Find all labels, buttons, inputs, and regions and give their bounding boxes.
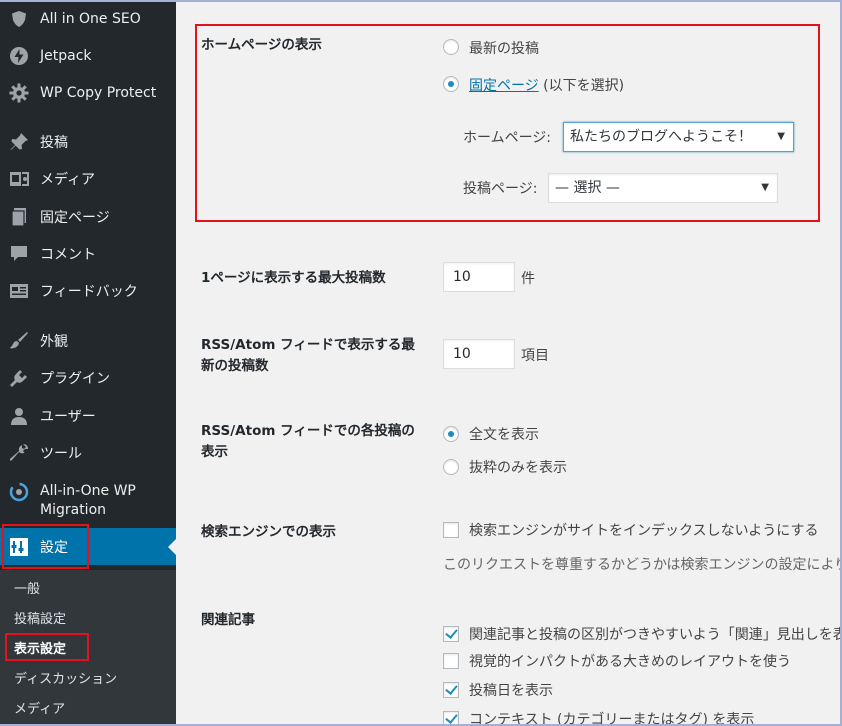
search-engine-description: このリクエストを尊重するかどうかは検索エンジンの設定によります。: [443, 557, 842, 573]
sidebar-item-comments[interactable]: コメント: [0, 239, 176, 269]
submenu-item-discussion[interactable]: ディスカッション: [14, 668, 117, 687]
search-engine-checkbox[interactable]: [443, 522, 459, 538]
related-show-date-text: 投稿日を表示: [469, 683, 553, 699]
current-menu-arrow: [168, 538, 176, 555]
related-headline-checkbox[interactable]: [443, 626, 459, 642]
pages-icon: [9, 207, 29, 227]
sidebar-item-jetpack[interactable]: Jetpack: [0, 41, 176, 71]
submenu-item-general[interactable]: 一般: [14, 578, 40, 597]
related-show-date-checkbox[interactable]: [443, 682, 459, 698]
related-show-context-checkbox[interactable]: [443, 711, 459, 726]
comment-bubble-icon: [9, 244, 29, 264]
postspage-select[interactable]: — 選択 — ▼: [548, 173, 778, 203]
radio-static-page[interactable]: [443, 76, 459, 92]
media-icon: [9, 169, 29, 189]
user-icon: [9, 406, 29, 426]
search-engine-label: 検索エンジンでの表示: [201, 524, 336, 540]
homepage-display-label: ホームページの表示: [201, 37, 322, 53]
sidebar-item-all-in-one-seo[interactable]: All in One SEO: [0, 4, 176, 34]
option-summary: 抜粋のみを表示: [469, 460, 567, 476]
posts-per-page-suffix: 件: [521, 271, 535, 287]
rss-count-label: RSS/Atom フィードで表示する最新の投稿数: [201, 337, 415, 374]
pushpin-icon: [9, 132, 29, 152]
chevron-down-icon: ▼: [761, 182, 769, 193]
related-large-layout-checkbox[interactable]: [443, 653, 459, 669]
jetpack-bolt-icon: [9, 46, 29, 66]
homepage-select-value: 私たちのブログへようこそ！: [570, 129, 752, 145]
sidebar-item-all-in-one-wp-migration[interactable]: All-in-One WP Migration: [0, 480, 176, 522]
sidebar-item-posts[interactable]: 投稿: [0, 127, 176, 157]
static-page-suffix: (以下を選択): [538, 78, 625, 94]
rss-display-label: RSS/Atom フィードでの各投稿の表示: [201, 423, 415, 460]
migration-icon: [9, 482, 29, 502]
related-posts-label: 関連記事: [201, 612, 255, 628]
radio-full-text[interactable]: [443, 426, 459, 442]
radio-summary[interactable]: [443, 459, 459, 475]
submenu-item-writing[interactable]: 投稿設定: [14, 608, 66, 627]
search-engine-checkbox-text: 検索エンジンがサイトをインデックスしないようにする: [469, 523, 819, 539]
sidebar-item-media[interactable]: メディア: [0, 164, 176, 194]
radio-latest-posts[interactable]: [443, 39, 459, 55]
homepage-select-label: ホームページ:: [463, 130, 552, 146]
option-static-page: 固定ページ (以下を選択): [469, 75, 624, 95]
posts-per-page-input[interactable]: 10: [443, 262, 515, 292]
shield-icon: [9, 9, 29, 29]
submenu-item-media[interactable]: メディア: [14, 698, 65, 717]
feedback-icon: [9, 281, 29, 301]
postspage-select-value: — 選択 —: [555, 180, 620, 196]
related-headline-text: 関連記事と投稿の区別がつきやすいよう「関連」見出しを表示: [469, 627, 842, 643]
rss-count-input[interactable]: 10: [443, 339, 515, 369]
chevron-down-icon: ▼: [777, 131, 785, 142]
wrench-icon: [9, 443, 29, 463]
posts-per-page-label: 1ページに表示する最大投稿数: [201, 270, 386, 286]
gear-icon: [9, 83, 29, 103]
related-show-context-text: コンテキスト (カテゴリーまたはタグ) を表示: [469, 712, 755, 726]
settings-sliders-icon: [9, 537, 29, 557]
sidebar-item-feedback[interactable]: フィードバック: [0, 276, 176, 306]
sidebar-item-settings[interactable]: 設定: [0, 528, 176, 565]
option-latest-posts: 最新の投稿: [469, 41, 539, 57]
sidebar-item-tools[interactable]: ツール: [0, 438, 176, 468]
homepage-select[interactable]: 私たちのブログへようこそ！ ▼: [563, 122, 794, 152]
sidebar-item-users[interactable]: ユーザー: [0, 401, 176, 431]
sidebar-item-plugins[interactable]: プラグイン: [0, 363, 176, 393]
sidebar-item-pages[interactable]: 固定ページ: [0, 202, 176, 232]
paintbrush-icon: [9, 331, 29, 351]
static-page-link[interactable]: 固定ページ: [469, 78, 539, 94]
option-full-text: 全文を表示: [469, 427, 539, 443]
submenu-item-reading[interactable]: 表示設定: [14, 638, 66, 657]
settings-submenu: 一般 投稿設定 表示設定 ディスカッション メディア: [0, 570, 176, 726]
sidebar-item-wp-copy-protect[interactable]: WP Copy Protect: [0, 78, 176, 108]
sidebar-item-appearance[interactable]: 外観: [0, 326, 176, 356]
plugin-plug-icon: [9, 368, 29, 388]
rss-count-suffix: 項目: [521, 348, 549, 364]
postspage-select-label: 投稿ページ:: [463, 181, 538, 197]
admin-sidebar: All in One SEO Jetpack WP Copy Protect 投…: [0, 0, 176, 726]
related-large-layout-text: 視覚的インパクトがある大きめのレイアウトを使う: [469, 654, 791, 670]
settings-form: ホームページの表示 最新の投稿 固定ページ (以下を選択) ホームページ: 私た…: [176, 0, 842, 726]
